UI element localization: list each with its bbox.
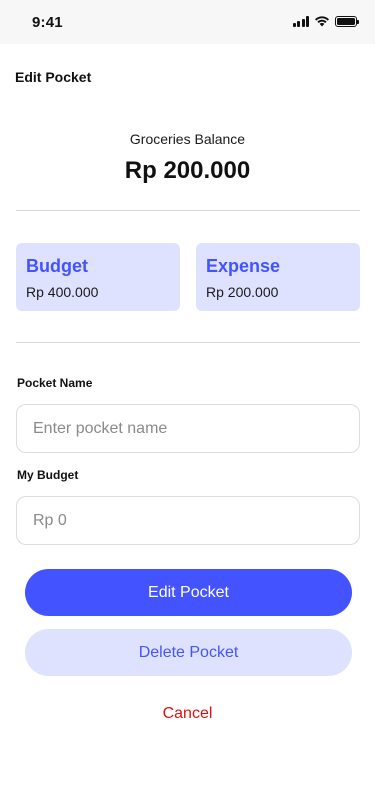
budget-card-title: Budget bbox=[26, 256, 88, 276]
pocket-name-input[interactable] bbox=[16, 404, 360, 453]
expense-card: Expense Rp 200.000 bbox=[196, 243, 360, 311]
delete-pocket-button[interactable]: Delete Pocket bbox=[25, 629, 352, 676]
wifi-icon bbox=[315, 16, 329, 27]
divider bbox=[16, 210, 360, 211]
cancel-link[interactable]: Cancel bbox=[0, 705, 375, 723]
pocket-name-label: Pocket Name bbox=[17, 376, 93, 390]
divider bbox=[16, 342, 360, 343]
budget-card: Budget Rp 400.000 bbox=[16, 243, 180, 311]
balance-value: Rp 200.000 bbox=[124, 157, 251, 184]
expense-card-value: Rp 200.000 bbox=[206, 284, 279, 300]
battery-icon bbox=[335, 15, 359, 27]
budget-label: My Budget bbox=[17, 468, 79, 482]
status-icons bbox=[292, 15, 359, 27]
budget-input[interactable] bbox=[16, 496, 360, 545]
budget-card-value: Rp 400.000 bbox=[26, 284, 99, 300]
edit-pocket-button[interactable]: Edit Pocket bbox=[25, 569, 352, 616]
expense-card-title: Expense bbox=[206, 256, 281, 276]
status-bar: 9:41 bbox=[0, 0, 375, 44]
status-time: 9:41 bbox=[32, 14, 63, 31]
signal-icon bbox=[292, 15, 309, 27]
page-title: Edit Pocket bbox=[15, 69, 92, 85]
balance-label: Groceries Balance bbox=[129, 131, 246, 147]
